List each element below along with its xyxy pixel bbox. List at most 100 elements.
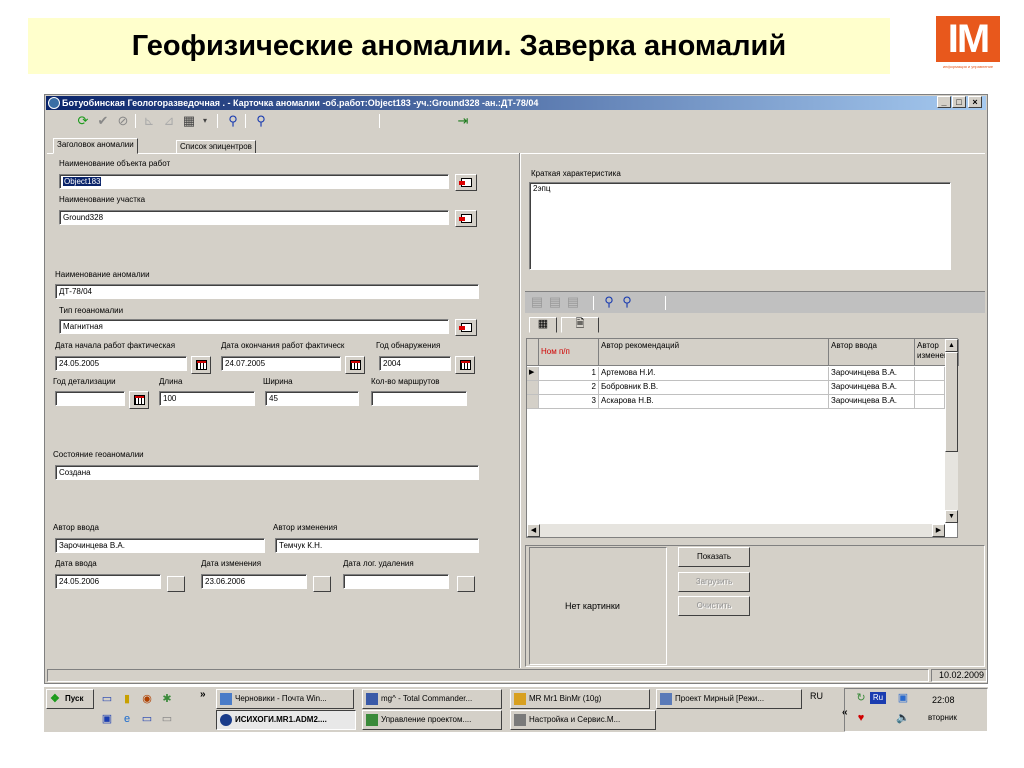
found-calendar-button[interactable]: [455, 356, 475, 374]
task-button-project-mgmt[interactable]: Управление проектом....: [362, 710, 502, 730]
window-titlebar[interactable]: Ботуобинская Геологоразведочная . - Карт…: [46, 96, 986, 110]
anomaly-field[interactable]: ДТ-78/04: [55, 284, 479, 299]
clock-time[interactable]: 22:08: [932, 695, 955, 705]
grid-view-icon[interactable]: ▦: [181, 113, 197, 129]
ie-icon[interactable]: e: [120, 712, 134, 726]
settings-app-icon: [514, 714, 526, 726]
browser-icon[interactable]: ◉: [140, 692, 154, 706]
state-field[interactable]: Создана: [55, 465, 479, 480]
toolbar-separator: [379, 114, 380, 128]
monitor-icon[interactable]: ▭: [140, 712, 154, 726]
search-icon[interactable]: ⚲: [225, 113, 241, 129]
form-view-tab[interactable]: 🗎: [561, 317, 599, 333]
task-button-mail[interactable]: Черновики - Почта Win...: [216, 689, 354, 709]
slide-title: Геофизические аномалии. Заверка аномалий: [131, 30, 787, 62]
logo-caption: информация и управление: [942, 64, 994, 69]
grid-header-author[interactable]: Автор рекомендаций: [599, 339, 829, 366]
end-date-field[interactable]: 24.07.2005: [221, 356, 341, 371]
network-icon[interactable]: ✱: [160, 692, 174, 706]
task-button-commander[interactable]: mg^ - Total Commander...: [362, 689, 502, 709]
tray-language-icon[interactable]: Ru: [870, 692, 886, 704]
tray-security-icon[interactable]: ♥: [854, 711, 868, 725]
routes-field[interactable]: [371, 391, 467, 406]
chart-icon[interactable]: ⊾: [141, 113, 157, 129]
tab-anomaly-header[interactable]: Заголовок аномалии: [53, 138, 138, 154]
maximize-button[interactable]: □: [952, 96, 966, 108]
info-icon[interactable]: ⚲: [253, 113, 269, 129]
start-button[interactable]: ❖ Пуск: [46, 689, 94, 709]
date-delete-button[interactable]: [457, 576, 475, 592]
scroll-down-icon[interactable]: ▼: [945, 510, 958, 523]
language-indicator[interactable]: RU: [810, 691, 823, 701]
folder-icon[interactable]: ▮: [120, 692, 134, 706]
grid-delete-icon[interactable]: ▤: [565, 294, 581, 310]
grid-header-entered-by[interactable]: Автор ввода: [829, 339, 915, 366]
object-picker-button[interactable]: [455, 174, 477, 191]
date-delete-field[interactable]: [343, 574, 449, 589]
date-change-field[interactable]: 23.06.2006: [201, 574, 307, 589]
summary-label: Краткая характеристика: [531, 169, 621, 178]
site-picker-button[interactable]: [455, 210, 477, 227]
task-button-mr[interactable]: MR Mr1 BinMr (10g): [510, 689, 650, 709]
cancel-icon[interactable]: ⊘: [115, 113, 131, 129]
date-change-button[interactable]: [313, 576, 331, 592]
task-button-project[interactable]: Проект Мирный [Режи...: [656, 689, 802, 709]
refresh-icon[interactable]: ⟳: [75, 113, 91, 129]
start-date-label: Дата начала работ фактическая: [55, 341, 176, 350]
date-in-field[interactable]: 24.05.2006: [55, 574, 161, 589]
table-row[interactable]: 2 Бобровник В.В. Зарочинцева В.А.: [527, 381, 945, 395]
save-icon[interactable]: ▣: [100, 712, 114, 726]
table-row[interactable]: 3 Аскарова Н.В. Зарочинцева В.А.: [527, 395, 945, 409]
grid-edit-icon[interactable]: ▤: [547, 294, 563, 310]
found-year-field[interactable]: 2004: [379, 356, 451, 371]
dropdown-arrow-icon[interactable]: ▾: [197, 113, 213, 129]
minimize-button[interactable]: _: [937, 96, 951, 108]
show-picture-button[interactable]: Показать: [678, 547, 750, 567]
grid-view-tab[interactable]: ▦: [529, 317, 557, 333]
date-in-button[interactable]: [167, 576, 185, 592]
table-row[interactable]: ▶ 1 Артемова Н.И. Зарочинцева В.А.: [527, 367, 945, 381]
author-in-field[interactable]: Зарочинцева В.А.: [55, 538, 265, 553]
start-date-field[interactable]: 24.05.2005: [55, 356, 187, 371]
task-button-ishogi[interactable]: ИСИХОГИ.MR1.ADM2....: [216, 710, 356, 730]
scroll-left-icon[interactable]: ◀: [527, 524, 540, 537]
row-indicator: [527, 395, 539, 409]
width-field[interactable]: 45: [265, 391, 359, 406]
checkmark-icon[interactable]: ✔: [95, 113, 111, 129]
grid-header-num[interactable]: Ном п/п: [539, 339, 599, 366]
scroll-up-icon[interactable]: ▲: [945, 339, 958, 352]
task-button-settings[interactable]: Настройка и Сервис.М...: [510, 710, 656, 730]
grid-info-icon[interactable]: ⚲: [619, 294, 635, 310]
start-calendar-button[interactable]: [191, 356, 211, 374]
app-icon-small[interactable]: ▭: [160, 712, 174, 726]
author-in-label: Автор ввода: [53, 523, 99, 532]
end-calendar-button[interactable]: [345, 356, 365, 374]
object-field[interactable]: Object183: [59, 174, 449, 189]
grid-first-icon[interactable]: ▤: [529, 294, 545, 310]
status-panel: [47, 669, 929, 682]
load-picture-button[interactable]: Загрузить: [678, 572, 750, 592]
app-icon: [48, 97, 60, 109]
desktop-icon[interactable]: ▭: [100, 692, 114, 706]
quicklaunch-chevron[interactable]: »: [200, 689, 206, 700]
close-button[interactable]: ×: [968, 96, 982, 108]
exit-icon[interactable]: ⇥: [455, 113, 471, 129]
author-change-field[interactable]: Темчук К.Н.: [275, 538, 479, 553]
type-field[interactable]: Магнитная: [59, 319, 449, 334]
tray-network-icon[interactable]: ▣: [896, 691, 910, 705]
detail-year-field[interactable]: [55, 391, 125, 406]
detail-calendar-button[interactable]: [129, 391, 149, 409]
tab-epicenters[interactable]: Список эпицентров: [176, 140, 256, 154]
site-field[interactable]: Ground328: [59, 210, 449, 225]
grid-scroll-thumb[interactable]: [945, 352, 958, 452]
summary-textarea[interactable]: 2эпц: [529, 182, 951, 270]
type-picker-button[interactable]: [455, 319, 477, 336]
chart-edit-icon[interactable]: ⊿: [161, 113, 177, 129]
volume-icon[interactable]: 🔈: [896, 711, 910, 725]
grid-horizontal-scrollbar[interactable]: [527, 524, 945, 537]
clear-picture-button[interactable]: Очистить: [678, 596, 750, 616]
length-field[interactable]: 100: [159, 391, 255, 406]
grid-search-icon[interactable]: ⚲: [601, 294, 617, 310]
scroll-right-icon[interactable]: ▶: [932, 524, 945, 537]
tray-sync-icon[interactable]: ↻: [854, 691, 868, 705]
